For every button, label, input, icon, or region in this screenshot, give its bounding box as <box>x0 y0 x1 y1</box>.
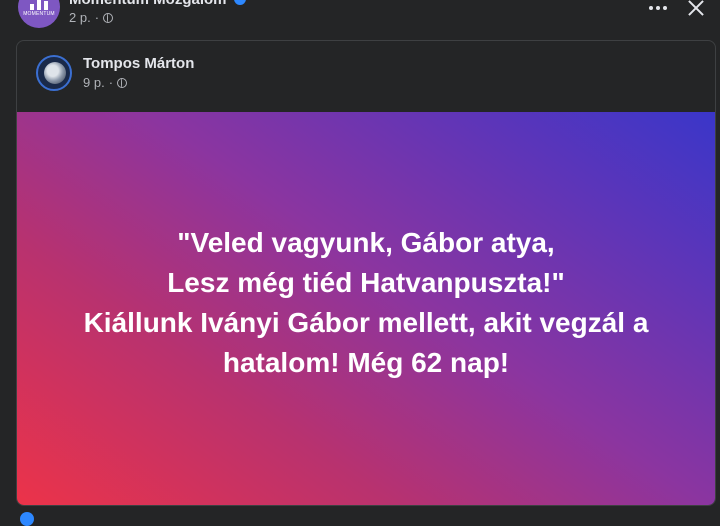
shared-post-card[interactable]: Tompos Márton 9 p. · "Veled vagyunk, Gáb… <box>16 40 716 506</box>
more-horizontal-icon <box>649 6 653 10</box>
post-header: MOMENTUM Momentum Mozgalom 2 p. · <box>0 0 720 36</box>
shared-post-time[interactable]: 9 p. <box>83 75 105 90</box>
page-name-link[interactable]: Momentum Mozgalom <box>69 0 227 8</box>
post-text-line: hatalom! Még 62 nap! <box>222 346 510 378</box>
globe-icon <box>117 77 128 88</box>
reaction-icon <box>20 512 34 526</box>
post-text-image[interactable]: "Veled vagyunk, Gábor atya, Lesz még tié… <box>17 112 715 505</box>
close-button[interactable] <box>684 0 708 20</box>
avatar-caption: MOMENTUM <box>23 11 55 17</box>
page-avatar[interactable]: MOMENTUM <box>18 0 60 28</box>
meta-separator: · <box>94 10 100 25</box>
globe-icon <box>103 12 114 23</box>
post-meta: 2 p. · <box>69 10 114 25</box>
meta-separator: · <box>108 75 114 90</box>
author-avatar[interactable] <box>36 55 72 91</box>
post-text-line: Kiállunk Iványi Gábor mellett, akit vegz… <box>83 306 649 338</box>
post-time[interactable]: 2 p. <box>69 10 91 25</box>
author-name-link[interactable]: Tompos Márton <box>83 55 194 72</box>
post-text-line: "Veled vagyunk, Gábor atya, <box>177 226 555 258</box>
momentum-logo-icon <box>30 0 48 10</box>
post-text-line: Lesz még tiéd Hatvanpuszta!" <box>167 266 565 298</box>
verified-badge-icon <box>234 0 246 5</box>
shared-post-meta: 9 p. · <box>83 75 128 90</box>
post-image-text: "Veled vagyunk, Gábor atya, Lesz még tié… <box>84 223 649 383</box>
more-options-button[interactable] <box>646 0 670 16</box>
